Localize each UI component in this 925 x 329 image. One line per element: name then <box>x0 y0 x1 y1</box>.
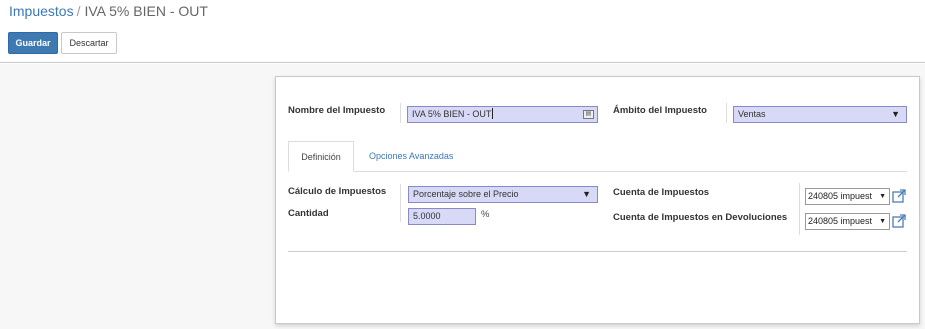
computation-select[interactable]: Porcentaje sobre el Precio ▼ <box>408 186 598 203</box>
chevron-down-icon: ▼ <box>879 218 886 225</box>
translate-icon[interactable]: ▤ <box>583 110 594 119</box>
external-link-icon[interactable] <box>892 214 906 228</box>
control-panel: Impuestos / IVA 5% BIEN - OUT Guardar Desc… <box>0 0 925 63</box>
tax-scope-select[interactable]: Ventas ▼ <box>733 106 907 123</box>
amount-unit: % <box>481 209 490 220</box>
notebook-tabs: Definición Opciones Avanzadas <box>288 141 907 172</box>
tax-scope-value: Ventas <box>738 109 766 119</box>
tab-opciones-avanzadas[interactable]: Opciones Avanzadas <box>369 141 453 172</box>
chevron-down-icon: ▼ <box>879 193 886 200</box>
form-view: Nombre del Impuesto IVA 5% BIEN - OUT ▤ … <box>0 64 925 329</box>
tax-account-value: 240805 impuest <box>808 191 873 201</box>
refund-account-select[interactable]: 240805 impuest ▼ <box>805 213 890 230</box>
form-sheet: Nombre del Impuesto IVA 5% BIEN - OUT ▤ … <box>275 76 920 324</box>
amount-value: 5.0000 <box>413 211 441 221</box>
external-link-icon[interactable] <box>892 189 906 203</box>
label-divider <box>799 183 800 235</box>
save-button[interactable]: Guardar <box>8 32 58 54</box>
tax-name-input[interactable]: IVA 5% BIEN - OUT ▤ <box>407 106 598 123</box>
text-cursor <box>492 108 494 119</box>
tax-name-label: Nombre del Impuesto <box>288 105 386 116</box>
amount-input[interactable]: 5.0000 <box>408 208 476 225</box>
label-divider <box>726 103 727 123</box>
computation-value: Porcentaje sobre el Precio <box>413 189 519 199</box>
chevron-down-icon: ▼ <box>582 189 591 199</box>
refund-account-value: 240805 impuest <box>808 216 873 226</box>
label-divider <box>400 103 401 123</box>
chevron-down-icon: ▼ <box>891 109 900 119</box>
tax-scope-label: Ámbito del Impuesto <box>613 105 707 116</box>
computation-label: Cálculo de Impuestos <box>288 186 387 197</box>
amount-label: Cantidad <box>288 208 329 219</box>
breadcrumb-separator: / <box>76 3 81 19</box>
breadcrumb-parent-link[interactable]: Impuestos <box>9 3 74 19</box>
tax-account-label: Cuenta de Impuestos <box>613 187 710 198</box>
tab-definicion[interactable]: Definición <box>288 141 354 172</box>
tax-name-value: IVA 5% BIEN - OUT <box>412 109 492 119</box>
section-divider <box>288 251 907 252</box>
refund-account-label: Cuenta de Impuestos en Devoluciones <box>613 212 788 223</box>
label-divider <box>400 184 401 222</box>
tax-account-select[interactable]: 240805 impuest ▼ <box>805 188 890 205</box>
discard-button[interactable]: Descartar <box>61 32 117 54</box>
breadcrumb: Impuestos / IVA 5% BIEN - OUT <box>9 2 208 20</box>
breadcrumb-current: IVA 5% BIEN - OUT <box>84 3 208 19</box>
